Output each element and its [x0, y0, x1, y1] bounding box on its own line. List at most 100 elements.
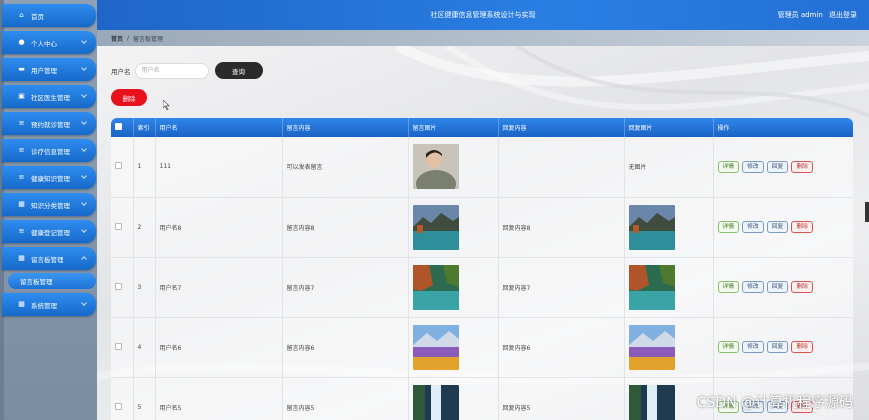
column-header: 留言图片	[408, 118, 499, 137]
sidebar-item-label: 系统管理	[31, 301, 57, 310]
sidebar-item-knowledge[interactable]: ≡ 健康知识管理	[2, 166, 96, 189]
select-all-cell	[111, 118, 134, 137]
column-header: 回复内容	[498, 118, 625, 137]
row-checkbox[interactable]	[115, 402, 122, 410]
message-image	[412, 144, 459, 190]
message-image	[412, 204, 459, 250]
select-all-checkbox[interactable]	[115, 123, 122, 130]
admin-area: 管理员 admin 退出登录	[774, 10, 857, 20]
reply-button[interactable]: 回复	[766, 341, 789, 353]
message-image	[412, 324, 459, 370]
row-username: 用户名8	[155, 197, 283, 258]
scrollbar-handle[interactable]	[865, 202, 869, 222]
grid-icon: ▦	[18, 254, 25, 262]
breadcrumb-current: 留言板管理	[133, 35, 164, 43]
row-username: 111	[155, 137, 283, 198]
row-checkbox[interactable]	[115, 342, 122, 350]
row-content: 留言内容5	[282, 377, 409, 420]
sidebar-item-label: 社区医生管理	[31, 93, 70, 102]
sidebar-item-label: 诊疗信息管理	[31, 147, 70, 156]
sidebar-item-users[interactable]: ▬ 用户管理	[2, 58, 96, 81]
reply-image	[628, 324, 675, 370]
top-header: 社区健康信息管理系统设计与实现 管理员 admin 退出登录	[97, 0, 869, 30]
detail-button[interactable]: 详情	[717, 160, 740, 173]
doctor-icon: ▣	[18, 92, 25, 100]
sidebar-item-label: 个人中心	[31, 39, 57, 48]
column-header: 回复图片	[624, 118, 714, 137]
row-reply-image: 无图片	[624, 137, 714, 198]
row-checkbox[interactable]	[115, 162, 122, 170]
chevron-down-icon	[81, 92, 87, 98]
row-index: 1	[133, 137, 156, 198]
home-icon: ⌂	[19, 11, 24, 19]
reply-button[interactable]: 回复	[766, 281, 789, 293]
row-content: 留言内容6	[282, 317, 409, 378]
row-checkbox[interactable]	[115, 222, 122, 230]
sidebar-item-label: 健康登记管理	[31, 228, 70, 237]
chevron-down-icon	[81, 146, 87, 152]
reply-image	[628, 264, 675, 310]
delete-button[interactable]: 删除	[791, 281, 813, 293]
detail-button[interactable]: 详情	[717, 221, 740, 233]
user-icon: ●	[18, 38, 25, 46]
row-checkbox[interactable]	[115, 282, 122, 290]
list-icon: ≡	[18, 173, 25, 181]
sidebar-item-label: 知识分类管理	[31, 201, 70, 210]
list-icon: ≡	[18, 227, 25, 235]
row-actions: 详情 修改 回复 删除	[717, 281, 853, 293]
breadcrumb-home[interactable]: 首页	[111, 34, 123, 43]
breadcrumb-separator: /	[127, 34, 130, 42]
username-search-input[interactable]	[134, 62, 209, 79]
logout-link[interactable]: 退出登录	[829, 11, 857, 19]
sidebar-item-label: 用户管理	[31, 66, 57, 75]
sidebar-item-diagnosis[interactable]: ≡ 诊疗信息管理	[2, 139, 96, 162]
chevron-up-icon	[81, 256, 87, 262]
sidebar-item-appointments[interactable]: ≡ 预约就诊管理	[2, 112, 96, 135]
row-username: 用户名6	[155, 317, 283, 378]
delete-button[interactable]: 删除	[791, 221, 813, 233]
sidebar-item-messageboard[interactable]: ▦ 留言板管理	[2, 247, 96, 270]
bulk-delete-button[interactable]: 删除	[111, 89, 147, 106]
edit-button[interactable]: 修改	[742, 221, 764, 233]
sidebar-item-categories[interactable]: ▦ 知识分类管理	[2, 193, 96, 216]
sidebar-item-label: 首页	[31, 12, 44, 21]
reply-image	[628, 204, 675, 250]
row-reply: 回复内容5	[498, 377, 625, 420]
sidebar-item-system[interactable]: ▦ 系统管理	[2, 293, 96, 316]
sidebar-item-doctors[interactable]: ▣ 社区医生管理	[2, 85, 96, 108]
delete-button[interactable]: 删除	[791, 341, 813, 353]
chevron-down-icon	[81, 200, 87, 206]
row-index: 3	[133, 257, 156, 318]
detail-button[interactable]: 详情	[717, 341, 740, 353]
reply-button[interactable]: 回复	[766, 221, 789, 233]
sidebar-subitem-messageboard[interactable]: 留言板管理	[8, 273, 96, 289]
message-image	[412, 264, 459, 310]
detail-button[interactable]: 详情	[717, 281, 740, 293]
app-title: 社区健康信息管理系统设计与实现	[430, 11, 536, 19]
row-index: 2	[133, 197, 156, 258]
breadcrumb: 首页 / 留言板管理	[97, 30, 869, 46]
reply-button[interactable]: 回复	[766, 160, 789, 173]
column-header: 操作	[713, 118, 853, 137]
row-index: 5	[133, 377, 156, 420]
edit-button[interactable]: 修改	[742, 341, 764, 353]
edit-button[interactable]: 修改	[742, 281, 764, 293]
watermark: CSDN @计算机程序源码	[696, 395, 853, 411]
sidebar-item-health-registration[interactable]: ≡ 健康登记管理	[2, 220, 96, 243]
chevron-down-icon	[81, 119, 87, 125]
sidebar-item-label: 留言板管理	[31, 255, 64, 264]
sidebar-item-profile[interactable]: ● 个人中心	[2, 31, 96, 54]
sidebar-item-home[interactable]: ⌂ 首页	[2, 4, 96, 27]
row-content: 可以发表留言	[282, 137, 409, 198]
edit-button[interactable]: 修改	[742, 160, 764, 173]
row-content: 留言内容7	[282, 257, 409, 318]
sidebar-item-label: 健康知识管理	[31, 174, 70, 183]
table-row: 3 用户名7 留言内容7 回复内容7 详情 修改 回复 删除	[111, 257, 853, 318]
message-image	[412, 384, 459, 420]
search-button[interactable]: 查询	[214, 62, 263, 79]
delete-button[interactable]: 删除	[791, 160, 813, 173]
row-reply: 回复内容8	[498, 197, 625, 258]
row-actions: 详情 修改 回复 删除	[717, 160, 853, 173]
mouse-cursor-icon	[163, 100, 170, 110]
row-actions: 详情 修改 回复 删除	[717, 341, 853, 353]
